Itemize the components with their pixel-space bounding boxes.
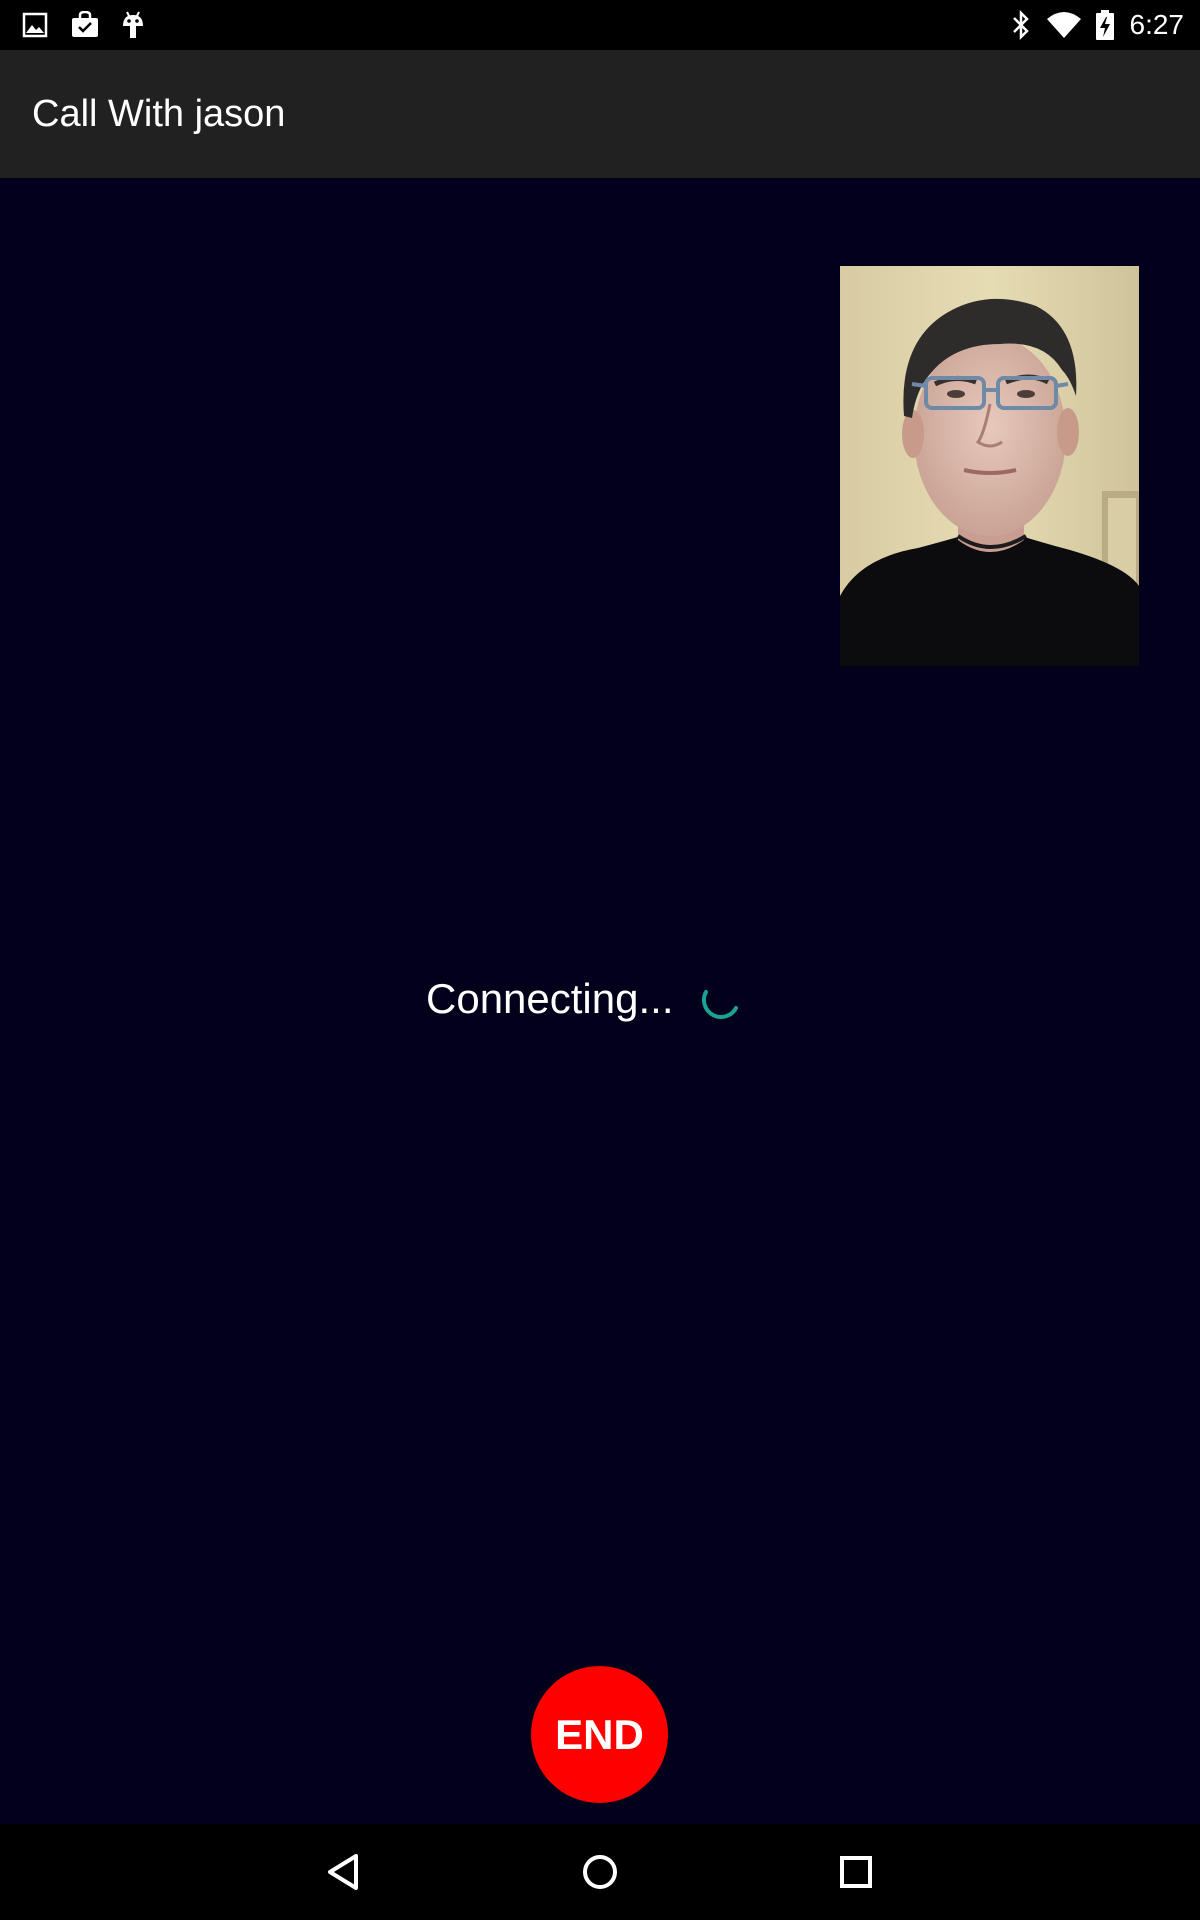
battery-icon bbox=[1092, 0, 1118, 50]
wifi-icon bbox=[1044, 0, 1084, 50]
self-video-preview[interactable] bbox=[840, 266, 1139, 666]
remote-video-area: Connecting... END bbox=[0, 178, 1200, 1824]
connecting-status: Connecting... bbox=[0, 968, 1200, 1030]
back-icon[interactable] bbox=[284, 1824, 404, 1920]
navigation-bar bbox=[0, 1824, 1200, 1920]
page-title: Call With jason bbox=[32, 93, 286, 135]
loading-spinner-icon bbox=[702, 990, 738, 1019]
android-icon bbox=[118, 0, 148, 50]
image-icon bbox=[20, 0, 50, 50]
end-call-button[interactable]: END bbox=[531, 1666, 668, 1803]
connecting-text: Connecting... bbox=[426, 975, 674, 1022]
recents-icon[interactable] bbox=[796, 1824, 916, 1920]
home-icon[interactable] bbox=[540, 1824, 660, 1920]
status-time: 6:27 bbox=[1129, 9, 1185, 40]
bluetooth-icon bbox=[1008, 0, 1034, 50]
app-bar: Call With jason bbox=[0, 50, 1200, 178]
shopping-bag-icon bbox=[68, 0, 102, 50]
status-bar: 6:27 bbox=[0, 0, 1200, 50]
